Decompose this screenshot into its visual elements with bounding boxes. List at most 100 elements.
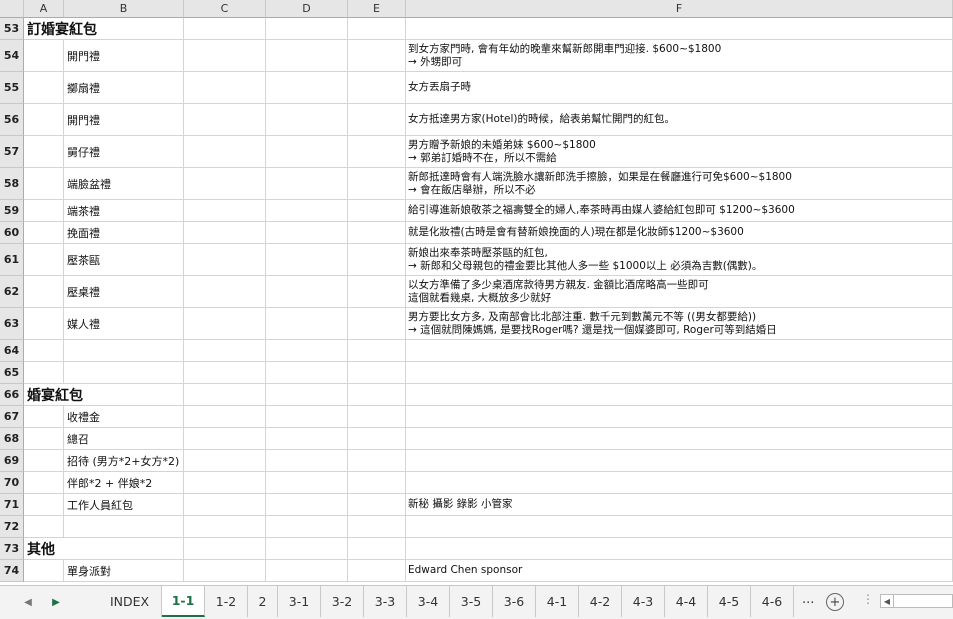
cell-e[interactable] <box>348 494 406 516</box>
cell-a[interactable] <box>24 136 64 168</box>
cell-b[interactable]: 挽面禮 <box>64 222 184 244</box>
cell-c[interactable] <box>184 340 266 362</box>
cell-c[interactable] <box>184 200 266 222</box>
tab-3-2[interactable]: 3-2 <box>321 586 364 617</box>
cell-d[interactable] <box>266 276 348 308</box>
cell-c[interactable] <box>184 362 266 384</box>
cell-f[interactable]: 男方贈予新娘的未婚弟妹 $600~$1800 → 郭弟訂婚時不在，所以不需給 <box>406 136 953 168</box>
row-header[interactable]: 56 <box>0 104 24 136</box>
cell-f[interactable] <box>406 538 953 560</box>
cell-f[interactable] <box>406 472 953 494</box>
column-header-d[interactable]: D <box>266 0 348 18</box>
cell-c[interactable] <box>184 222 266 244</box>
cell-f[interactable] <box>406 362 953 384</box>
tab-3-3[interactable]: 3-3 <box>364 586 407 617</box>
cell-f[interactable]: 以女方準備了多少桌酒席款待男方親友. 金額比酒席略高一些即可 這個就看幾桌, 大概… <box>406 276 953 308</box>
cell-d[interactable] <box>266 168 348 200</box>
cell-d[interactable] <box>266 384 348 406</box>
cell-e[interactable] <box>348 200 406 222</box>
cell-e[interactable] <box>348 168 406 200</box>
cell-e[interactable] <box>348 560 406 582</box>
cell-d[interactable] <box>266 516 348 538</box>
cell-b[interactable]: 擲扇禮 <box>64 72 184 104</box>
row-header[interactable]: 69 <box>0 450 24 472</box>
cell-e[interactable] <box>348 340 406 362</box>
cell-c[interactable] <box>184 308 266 340</box>
cell-a[interactable] <box>24 244 64 276</box>
cell-a[interactable] <box>24 494 64 516</box>
tab-4-6[interactable]: 4-6 <box>751 586 794 617</box>
cell-c[interactable] <box>184 428 266 450</box>
cell-e[interactable] <box>348 136 406 168</box>
cell-a[interactable] <box>24 450 64 472</box>
cell-d[interactable] <box>266 406 348 428</box>
cell-f[interactable]: 新娘出來奉茶時壓茶甌的紅包, → 新郎和父母親包的禮金要比其他人多一些 $1000… <box>406 244 953 276</box>
column-header-f[interactable]: F <box>406 0 953 18</box>
cell-f[interactable]: 女方抵達男方家(Hotel)的時候，給表弟幫忙開門的紅包。 <box>406 104 953 136</box>
cell-c[interactable] <box>184 560 266 582</box>
row-header[interactable]: 66 <box>0 384 24 406</box>
split-handle-icon[interactable]: ⋮ <box>862 592 874 606</box>
cell-d[interactable] <box>266 428 348 450</box>
cell-c[interactable] <box>184 244 266 276</box>
cell-c[interactable] <box>184 384 266 406</box>
cell-a[interactable] <box>24 472 64 494</box>
row-header[interactable]: 53 <box>0 18 24 40</box>
cell-e[interactable] <box>348 516 406 538</box>
row-header[interactable]: 61 <box>0 244 24 276</box>
row-header[interactable]: 55 <box>0 72 24 104</box>
row-header[interactable]: 54 <box>0 40 24 72</box>
cell-b[interactable] <box>64 362 184 384</box>
cell-c[interactable] <box>184 406 266 428</box>
cell-d[interactable] <box>266 136 348 168</box>
column-header-b[interactable]: B <box>64 0 184 18</box>
cell-b[interactable] <box>64 516 184 538</box>
cell-d[interactable] <box>266 538 348 560</box>
cell-d[interactable] <box>266 362 348 384</box>
cell-f[interactable] <box>406 450 953 472</box>
cell-a[interactable] <box>24 200 64 222</box>
cell-b[interactable]: 壓茶甌 <box>64 244 184 276</box>
cell-a[interactable] <box>24 362 64 384</box>
cell-f[interactable] <box>406 340 953 362</box>
cell-c[interactable] <box>184 136 266 168</box>
cell-e[interactable] <box>348 472 406 494</box>
more-tabs-button[interactable]: ... <box>802 592 814 607</box>
tab-index[interactable]: INDEX <box>98 586 162 617</box>
row-header[interactable]: 63 <box>0 308 24 340</box>
row-header[interactable]: 64 <box>0 340 24 362</box>
cell-d[interactable] <box>266 200 348 222</box>
cell-b[interactable]: 壓桌禮 <box>64 276 184 308</box>
column-header-a[interactable]: A <box>24 0 64 18</box>
cell-f[interactable]: 男方要比女方多, 及南部會比北部注重. 數千元到數萬元不等 ((男女都要給)) →… <box>406 308 953 340</box>
cell-d[interactable] <box>266 18 348 40</box>
cell-b[interactable]: 開門禮 <box>64 104 184 136</box>
row-header[interactable]: 60 <box>0 222 24 244</box>
cell-f[interactable]: 女方丟扇子時 <box>406 72 953 104</box>
cell-d[interactable] <box>266 104 348 136</box>
cell-d[interactable] <box>266 222 348 244</box>
cell-c[interactable] <box>184 494 266 516</box>
row-header[interactable]: 59 <box>0 200 24 222</box>
row-header[interactable]: 73 <box>0 538 24 560</box>
horizontal-scrollbar[interactable]: ◀ <box>880 594 953 608</box>
cell-a[interactable] <box>24 340 64 362</box>
column-header-c[interactable]: C <box>184 0 266 18</box>
cell-c[interactable] <box>184 72 266 104</box>
cell-a[interactable] <box>24 40 64 72</box>
tab-1-1[interactable]: 1-1 <box>162 586 205 617</box>
cell-b[interactable]: 收禮金 <box>64 406 184 428</box>
cell-a[interactable] <box>24 406 64 428</box>
row-header[interactable]: 74 <box>0 560 24 582</box>
cell-b[interactable]: 招待 (男方*2+女方*2) <box>64 450 184 472</box>
row-header[interactable]: 71 <box>0 494 24 516</box>
tab-4-2[interactable]: 4-2 <box>579 586 622 617</box>
cell-f[interactable] <box>406 428 953 450</box>
select-all-corner[interactable] <box>0 0 24 18</box>
cell-c[interactable] <box>184 276 266 308</box>
cell-c[interactable] <box>184 40 266 72</box>
tab-4-3[interactable]: 4-3 <box>622 586 665 617</box>
cell-f[interactable]: Edward Chen sponsor <box>406 560 953 582</box>
cell-a[interactable] <box>24 276 64 308</box>
tab-3-4[interactable]: 3-4 <box>407 586 450 617</box>
